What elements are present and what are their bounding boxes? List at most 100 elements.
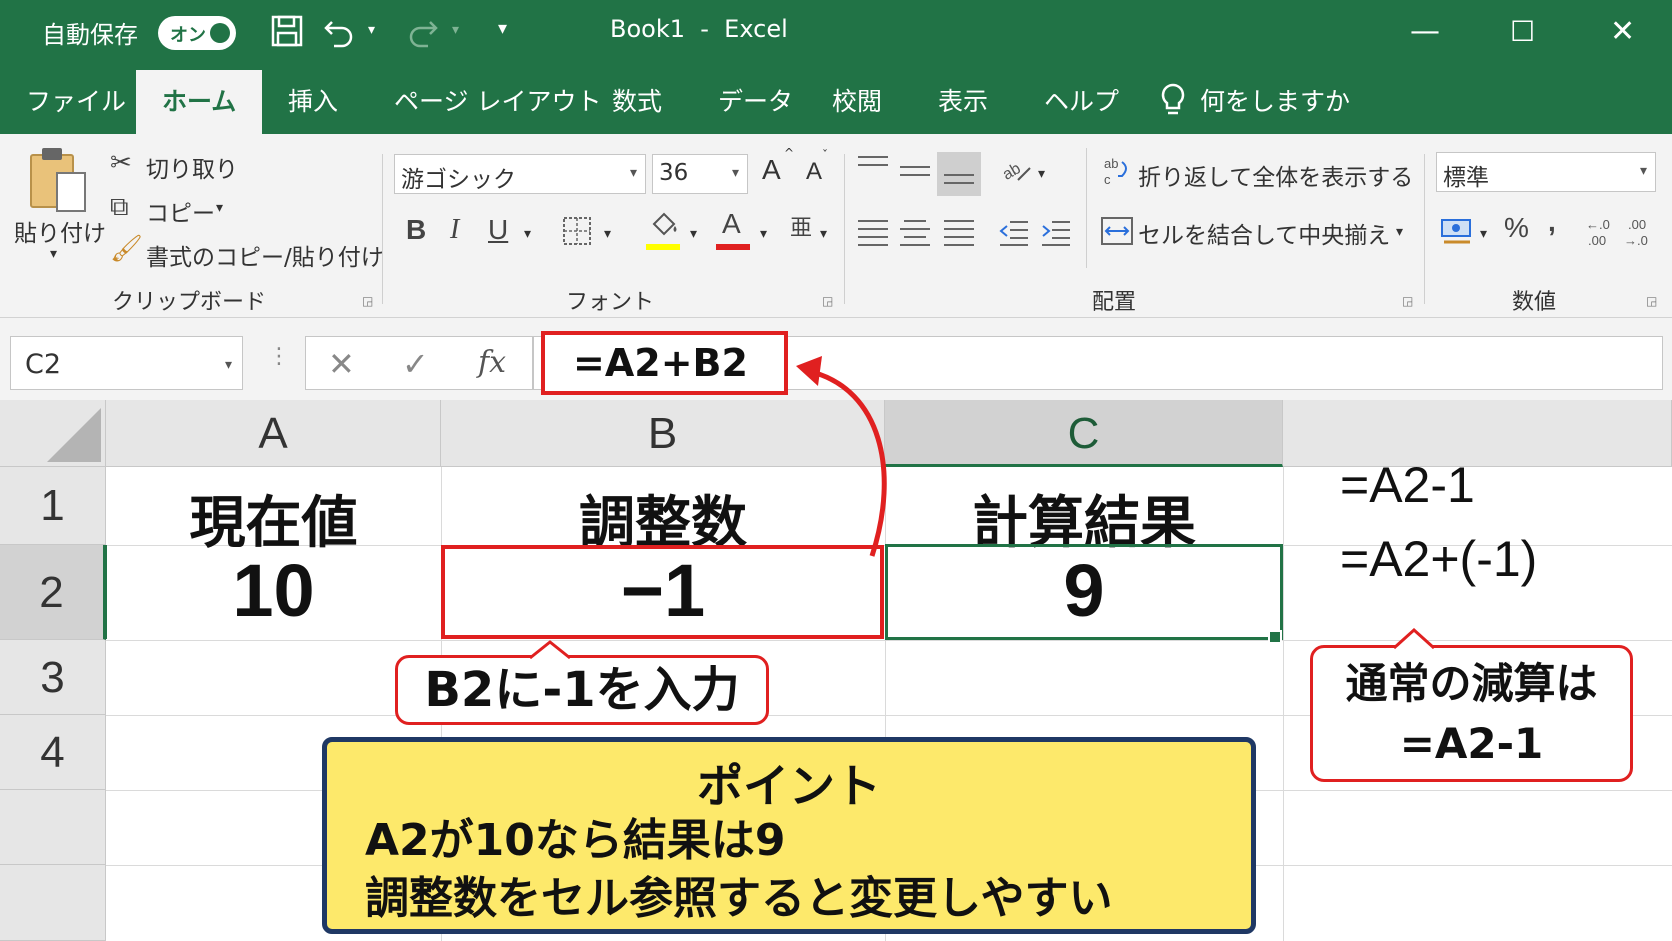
select-all-corner[interactable]: [0, 400, 106, 467]
paste-icon[interactable]: [30, 146, 86, 212]
bottom-align-icon[interactable]: [944, 174, 974, 190]
phonetic-dropdown-icon[interactable]: ▾: [820, 226, 827, 242]
underline-dropdown-icon[interactable]: ▾: [524, 226, 531, 242]
clipboard-launcher-icon[interactable]: ◲: [362, 294, 373, 308]
phonetic-icon[interactable]: 亜: [790, 214, 812, 244]
underline-button[interactable]: U: [488, 214, 508, 246]
copy-dropdown-icon[interactable]: ▾: [216, 200, 223, 216]
increase-decimal-icon[interactable]: ←.0.00: [1582, 216, 1616, 257]
align-left-icon[interactable]: [858, 220, 888, 252]
decrease-indent-icon[interactable]: [998, 218, 1030, 255]
borders-dropdown-icon[interactable]: ▾: [604, 226, 611, 242]
column-header-c[interactable]: C: [885, 400, 1283, 467]
formula-highlight[interactable]: =A2+B2: [541, 331, 788, 395]
redo-dropdown-icon: ▾: [452, 22, 460, 38]
name-box[interactable]: C2 ▾: [10, 336, 243, 390]
paste-button[interactable]: 貼り付け: [14, 214, 106, 248]
cell-c2[interactable]: 9: [885, 548, 1283, 633]
column-header-a[interactable]: A: [106, 400, 441, 467]
format-painter-icon[interactable]: 🖌: [110, 234, 143, 264]
increase-indent-icon[interactable]: [1040, 218, 1072, 255]
autosave-toggle[interactable]: オン: [158, 16, 236, 50]
insert-function-icon[interactable]: fx: [478, 345, 506, 380]
tab-formulas[interactable]: 数式: [612, 82, 662, 118]
row-header-5[interactable]: [0, 790, 106, 865]
merge-center-icon[interactable]: [1100, 216, 1134, 253]
close-icon[interactable]: ✕: [1610, 10, 1635, 54]
percent-button[interactable]: %: [1504, 212, 1529, 244]
enter-formula-icon[interactable]: ✓: [402, 345, 429, 383]
customize-qat-icon[interactable]: ▾: [498, 18, 507, 39]
cell-a2[interactable]: 10: [106, 548, 441, 633]
row-header-3[interactable]: 3: [0, 640, 106, 715]
save-icon[interactable]: [270, 14, 304, 57]
tell-me-search[interactable]: 何をしますか: [1200, 82, 1350, 118]
merge-center-button[interactable]: セルを結合して中央揃え: [1138, 216, 1390, 250]
comma-button[interactable]: ,: [1548, 206, 1556, 238]
borders-icon[interactable]: [562, 216, 592, 253]
tab-home[interactable]: ホーム: [136, 70, 263, 134]
minimize-icon[interactable]: —: [1410, 10, 1440, 54]
row-header-6[interactable]: [0, 865, 106, 941]
font-size-combo[interactable]: 36 ▾: [652, 154, 748, 194]
font-name-combo[interactable]: 游ゴシック ▾: [394, 154, 646, 194]
paste-dropdown-icon[interactable]: ▾: [50, 246, 57, 262]
tab-file[interactable]: ファイル: [26, 82, 126, 118]
align-center-icon[interactable]: [900, 220, 930, 252]
right-callout-line1: 通常の減算は: [1345, 659, 1598, 708]
orientation-dropdown-icon[interactable]: ▾: [1038, 166, 1045, 182]
decrease-decimal-icon[interactable]: .00 →.0: [1622, 216, 1656, 257]
maximize-icon[interactable]: ☐: [1510, 10, 1535, 54]
accounting-format-icon[interactable]: [1440, 216, 1474, 253]
align-right-icon[interactable]: [944, 220, 974, 252]
svg-text:c: c: [1104, 172, 1111, 187]
tab-help[interactable]: ヘルプ: [1044, 82, 1119, 118]
svg-text:→.0: →.0: [1624, 233, 1648, 248]
fill-color-dropdown-icon[interactable]: ▾: [690, 226, 697, 242]
row-header-4[interactable]: 4: [0, 715, 106, 790]
shrink-font-button[interactable]: A: [806, 158, 822, 186]
font-color-button[interactable]: A: [722, 208, 741, 240]
cell-b2[interactable]: −1: [441, 548, 885, 633]
row-header-1[interactable]: 1: [0, 467, 106, 545]
copy-icon[interactable]: ⧉: [110, 192, 129, 222]
cut-button[interactable]: 切り取り: [146, 150, 238, 184]
fill-color-icon[interactable]: [648, 210, 682, 247]
cancel-formula-icon[interactable]: ✕: [328, 345, 355, 383]
wrap-text-icon[interactable]: ab c: [1102, 154, 1132, 198]
bold-button[interactable]: B: [406, 214, 426, 246]
scissors-icon[interactable]: ✂: [110, 148, 132, 178]
font-launcher-icon[interactable]: ◲: [822, 294, 833, 308]
column-header-b[interactable]: B: [441, 400, 885, 467]
wrap-text-button[interactable]: 折り返して全体を表示する: [1138, 158, 1413, 192]
middle-align-icon[interactable]: [900, 166, 930, 182]
top-align-icon[interactable]: [858, 156, 888, 172]
tab-view[interactable]: 表示: [938, 82, 988, 118]
row-header-2[interactable]: 2: [0, 545, 106, 640]
grow-font-button[interactable]: A: [762, 154, 781, 186]
lightbulb-icon[interactable]: [1158, 82, 1188, 125]
format-painter-button[interactable]: 書式のコピー/貼り付け: [146, 238, 384, 272]
svg-text:.00: .00: [1628, 217, 1646, 232]
orientation-icon[interactable]: ab: [1000, 154, 1034, 191]
merge-dropdown-icon[interactable]: ▾: [1396, 224, 1403, 240]
accounting-dropdown-icon[interactable]: ▾: [1480, 226, 1487, 242]
name-box-value: C2: [25, 349, 62, 380]
formula-bar-grip-icon[interactable]: ⋮: [268, 344, 290, 369]
tab-data[interactable]: データ: [718, 82, 793, 118]
ribbon: 貼り付け ▾ ✂ 切り取り ⧉ コピー ▾ 🖌 書式のコピー/貼り付け クリップ…: [0, 134, 1672, 318]
undo-icon[interactable]: [322, 14, 356, 57]
tab-review[interactable]: 校閲: [832, 82, 882, 118]
undo-dropdown-icon[interactable]: ▾: [368, 22, 375, 38]
font-group-label: フォント: [566, 290, 655, 315]
tab-page-layout[interactable]: ページ レイアウト: [394, 82, 601, 118]
italic-button[interactable]: I: [450, 214, 459, 246]
copy-button[interactable]: コピー: [146, 194, 215, 228]
point-note: ポイント A2が10なら結果は9 調整数をセル参照すると変更しやすい: [322, 737, 1256, 934]
tab-insert[interactable]: 挿入: [288, 82, 338, 118]
number-launcher-icon[interactable]: ◲: [1646, 294, 1657, 308]
font-color-dropdown-icon[interactable]: ▾: [760, 226, 767, 242]
number-format-combo[interactable]: 標準 ▾: [1436, 152, 1656, 192]
formula-buttons: ✕ ✓ fx: [305, 336, 533, 390]
alignment-launcher-icon[interactable]: ◲: [1402, 294, 1413, 308]
